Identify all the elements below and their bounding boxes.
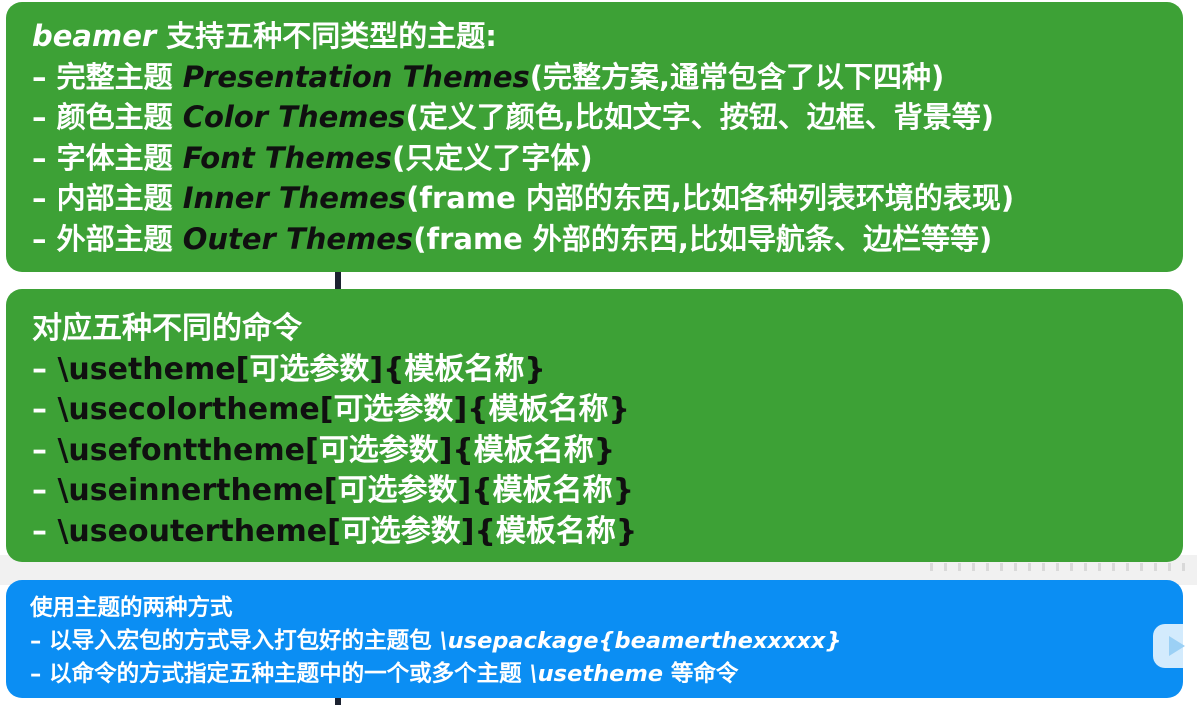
theme-types-title: beamer 支持五种不同类型的主题: [32,19,497,53]
usage-method-item: – 以命令的方式指定五种主题中的一个或多个主题 \usetheme 等命令 [30,661,739,687]
usage-methods-title: 使用主题的两种方式 [30,595,233,621]
theme-types-box: beamer 支持五种不同类型的主题: – 完整主题 Presentation … [6,2,1183,272]
theme-type-item: – 字体主题 Font Themes(只定义了字体) [32,140,593,175]
command-item: – \useoutertheme[可选参数]{模板名称} [32,513,638,549]
theme-type-item: – 内部主题 Inner Themes(frame 内部的东西,比如各种列表环境… [32,181,1015,215]
command-item: – \usetheme[可选参数]{模板名称} [32,351,546,387]
command-item: – \usefonttheme[可选参数]{模板名称} [32,432,616,468]
usage-method-item: – 以导入宏包的方式导入打包好的主题包 \usepackage{beamerth… [30,628,842,654]
command-item: – \usecolortheme[可选参数]{模板名称} [32,392,630,427]
usage-methods-box: 使用主题的两种方式 – 以导入宏包的方式导入打包好的主题包 \usepackag… [6,580,1183,698]
commands-box: 对应五种不同的命令 – \usetheme[可选参数]{模板名称} – \use… [6,289,1183,562]
commands-title: 对应五种不同的命令 [32,311,302,346]
theme-type-item: – 外部主题 Outer Themes(frame 外部的东西,比如导航条、边栏… [32,221,993,256]
command-item: – \useinnertheme[可选参数]{模板名称} [32,473,634,508]
background-dots [930,563,1190,571]
theme-type-item: – 完整主题 Presentation Themes(完整方案,通常包含了以下四… [32,59,945,94]
theme-type-item: – 颜色主题 Color Themes(定义了颜色,比如文字、按钮、边框、背景等… [32,100,994,134]
play-icon[interactable] [1153,624,1197,668]
